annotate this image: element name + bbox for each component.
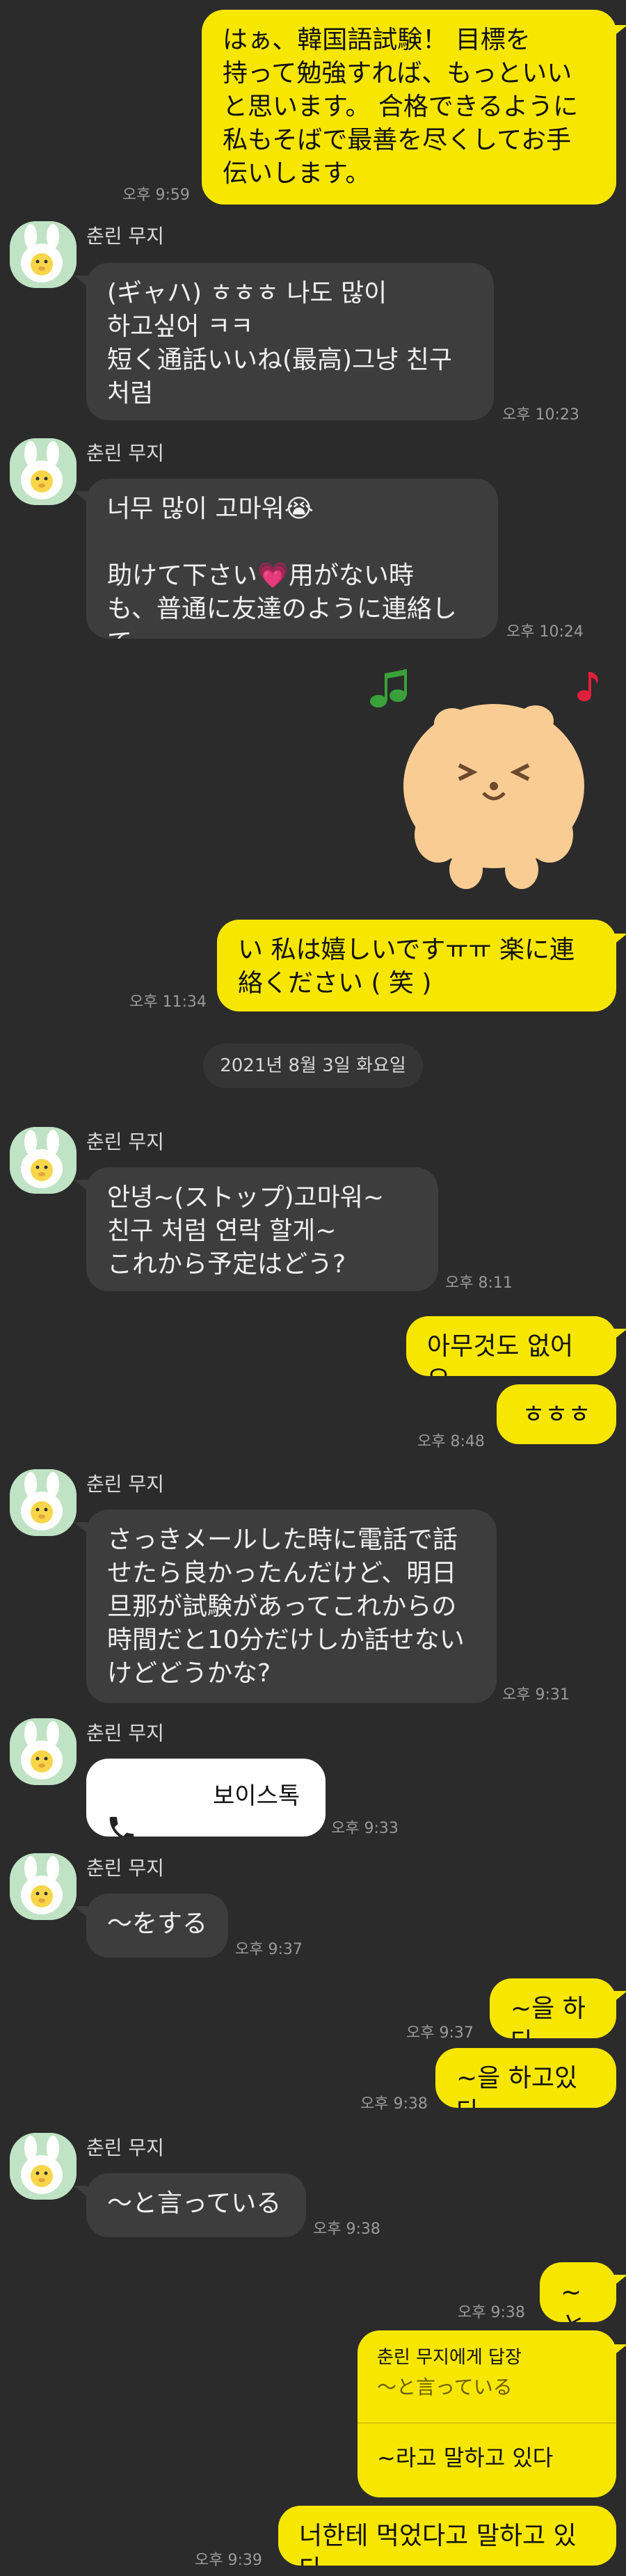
- phone-icon: [106, 1779, 138, 1837]
- muzi-avatar-icon: [10, 438, 77, 505]
- muzi-avatar-icon: [10, 1127, 77, 1194]
- message-bubble-theirs[interactable]: 안녕~(ストップ)고마워~ 친구 처럼 연락 할게~ これから予定はどう?: [86, 1167, 438, 1291]
- message-time: 오후 9:38: [360, 2095, 428, 2113]
- contact-avatar[interactable]: [10, 438, 77, 505]
- message-bubble-mine[interactable]: ~을 하고있다: [435, 2048, 616, 2108]
- contact-avatar[interactable]: [10, 2133, 77, 2200]
- bubble-tail: [74, 491, 88, 502]
- message-bubble-mine[interactable]: ~을 하다: [490, 1978, 616, 2038]
- bubble-tail: [613, 1329, 626, 1340]
- reply-header: 춘린 무지에게 답장: [377, 2347, 522, 2368]
- contact-name: 춘린 무지: [86, 1722, 164, 1745]
- bubble-tail: [74, 1180, 88, 1191]
- muzi-avatar-icon: [10, 1718, 77, 1785]
- message-time: 오후 9:37: [406, 2024, 474, 2042]
- message-time: 오후 10:24: [506, 623, 584, 641]
- contact-avatar[interactable]: [10, 221, 77, 288]
- reply-message-bubble[interactable]: 춘린 무지에게 답장 〜と言っている ~라고 말하고 있다: [358, 2330, 616, 2497]
- message-bubble-mine[interactable]: 너한테 먹었다고 말하고 있다: [278, 2506, 616, 2566]
- contact-name: 춘린 무지: [86, 1130, 164, 1153]
- voice-call-bubble[interactable]: 보이스톡: [86, 1759, 326, 1837]
- message-bubble-theirs[interactable]: 〜と言っている: [86, 2173, 306, 2237]
- contact-avatar[interactable]: [10, 1469, 77, 1536]
- bubble-tail: [613, 25, 626, 36]
- message-time: 오후 9:39: [195, 2552, 262, 2569]
- message-bubble-mine[interactable]: はぁ、韓国語試験！ 目標を 持って勉強すれば、もっといい と思います。 合格でき…: [202, 10, 616, 205]
- bear-sticker-icon: [370, 669, 598, 889]
- message-bubble-theirs[interactable]: 〜をする: [86, 1894, 228, 1958]
- bubble-tail: [74, 275, 88, 287]
- voice-call-label: 보이스톡: [213, 1782, 300, 1810]
- message-time: 오후 9:59: [122, 186, 190, 204]
- bear-music-sticker[interactable]: [362, 661, 619, 897]
- reply-quoted-text[interactable]: 〜と言っている: [377, 2372, 513, 2400]
- bubble-tail: [74, 2186, 88, 2197]
- bubble-tail: [613, 2275, 626, 2286]
- message-time: 오후 9:37: [235, 1941, 303, 1958]
- contact-avatar[interactable]: [10, 1853, 77, 1920]
- message-time: 오후 11:34: [129, 993, 207, 1011]
- message-time: 오후 9:31: [502, 1686, 570, 1704]
- contact-name: 춘린 무지: [86, 225, 164, 248]
- muzi-avatar-icon: [10, 2133, 77, 2200]
- message-bubble-mine[interactable]: ㅎㅎㅎ: [497, 1384, 616, 1444]
- message-bubble-mine[interactable]: 아무것도 없어요: [406, 1316, 616, 1376]
- message-bubble-mine[interactable]: ~と: [540, 2262, 616, 2322]
- message-time: 오후 8:11: [445, 1274, 513, 1292]
- muzi-avatar-icon: [10, 1853, 77, 1920]
- chat-room: はぁ、韓国語試験！ 目標を 持って勉強すれば、もっといい と思います。 合格でき…: [0, 0, 626, 2576]
- message-time: 오후 9:33: [331, 1820, 399, 1837]
- message-time: 오후 9:38: [313, 2221, 380, 2238]
- message-time: 오후 10:23: [502, 406, 579, 424]
- bubble-tail: [74, 1906, 88, 1917]
- contact-name: 춘린 무지: [86, 2136, 164, 2159]
- message-time: 오후 8:48: [417, 1433, 485, 1450]
- muzi-avatar-icon: [10, 1469, 77, 1536]
- muzi-avatar-icon: [10, 221, 77, 288]
- bubble-tail: [613, 934, 626, 945]
- reply-divider: [358, 2422, 616, 2424]
- bubble-tail: [613, 2344, 626, 2355]
- bubble-tail: [613, 1991, 626, 2002]
- contact-name: 춘린 무지: [86, 442, 164, 465]
- message-bubble-theirs[interactable]: (ギャハ) ㅎㅎㅎ 나도 많이 하고싶어 ㅋㅋ 短く通話いいね(最高)그냥 친구…: [86, 263, 494, 420]
- contact-name: 춘린 무지: [86, 1473, 164, 1496]
- contact-avatar[interactable]: [10, 1718, 77, 1785]
- contact-name: 춘린 무지: [86, 1857, 164, 1880]
- contact-avatar[interactable]: [10, 1127, 77, 1194]
- message-bubble-mine[interactable]: い 私は嬉しいですㅠㅠ 楽に連 絡ください ( 笑 ): [217, 920, 616, 1011]
- message-bubble-theirs[interactable]: 너무 많이 고마워😭 助けて下さい💗用がない時 も、普通に友達のように連絡し て…: [86, 479, 498, 639]
- reply-message-text: ~라고 말하고 있다: [377, 2445, 554, 2471]
- message-bubble-theirs[interactable]: さっきメールした時に電話で話 せたら良かったんだけど、明日 旦那が試験があってこ…: [86, 1510, 497, 1703]
- message-time: 오후 9:38: [458, 2304, 525, 2321]
- date-divider: 2021년 8월 3일 화요일: [203, 1043, 423, 1088]
- bubble-tail: [74, 1522, 88, 1533]
